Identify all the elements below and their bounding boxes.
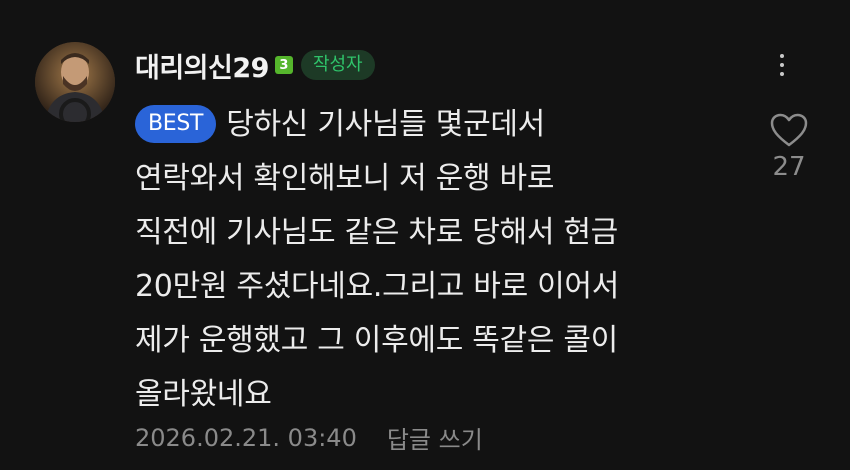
- comment-body: BEST 당하신 기사님들 몇군데서 연락와서 확인해보니 저 운행 바로 직전에…: [135, 98, 735, 422]
- author-badge: 작성자: [300, 50, 375, 80]
- comment-line: 직전에 기사님도 같은 차로 당해서 현금: [135, 215, 618, 250]
- comment-line: 당하신 기사님들 몇군데서: [226, 107, 545, 142]
- nickname[interactable]: 대리의신29: [135, 46, 269, 85]
- more-dot: [780, 63, 784, 67]
- like-count: 27: [772, 152, 806, 182]
- comment-footer: 2026.02.21. 03:40 답글 쓰기: [135, 420, 483, 455]
- comment-line: 올라왔네요: [135, 377, 272, 412]
- more-vertical-icon[interactable]: [772, 52, 792, 78]
- comment-date: 2026.02.21. 03:40: [135, 423, 357, 452]
- comment-header: 대리의신29 3 작성자: [135, 44, 375, 86]
- level-badge-icon: 3: [274, 56, 293, 74]
- comment-line: 제가 운행했고 그 이후에도 똑같은 콜이: [135, 323, 618, 358]
- avatar[interactable]: [35, 42, 115, 122]
- best-badge: BEST: [135, 105, 217, 143]
- more-dot: [780, 54, 784, 58]
- reply-button[interactable]: 답글 쓰기: [387, 420, 483, 455]
- like-button[interactable]: 27: [766, 112, 812, 182]
- comment-line: 연락와서 확인해보니 저 운행 바로: [135, 161, 555, 196]
- more-dot: [780, 72, 784, 76]
- avatar-image: [35, 42, 115, 122]
- heart-outline-icon: [770, 113, 808, 147]
- comment-line: 20만원 주셨다네요.그리고 바로 이어서: [135, 269, 620, 304]
